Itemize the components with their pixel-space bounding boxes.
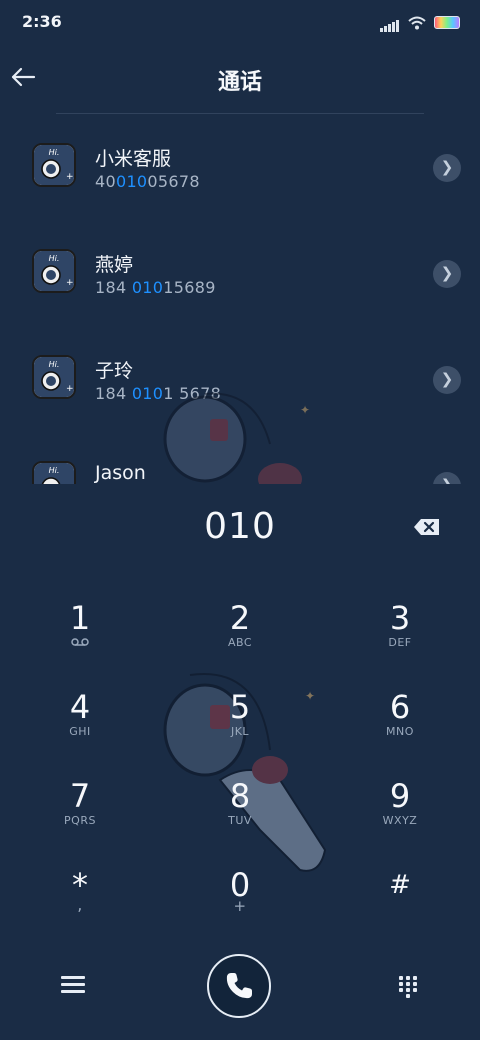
key-letters: MNO [386, 725, 414, 738]
status-time: 2:36 [22, 12, 62, 31]
detail-button[interactable]: ❯ [433, 366, 461, 394]
svg-text:+: + [66, 384, 74, 394]
menu-icon [58, 976, 88, 993]
detail-button[interactable]: ❯ [433, 154, 461, 182]
contact-number: 184 01015689 [95, 278, 216, 297]
phone-icon [226, 973, 252, 999]
key-letters: WXYZ [382, 814, 418, 827]
chevron-right-icon: ❯ [440, 264, 454, 282]
key-letters: PQRS [64, 814, 96, 827]
call-button[interactable] [207, 954, 271, 1018]
avatar: Hi. + [32, 143, 76, 187]
key-letters: GHI [69, 725, 91, 738]
contact-name: 子玲 [95, 360, 134, 382]
header: 通话 [0, 56, 480, 104]
backspace-button[interactable] [413, 517, 441, 537]
svg-text:Hi.: Hi. [49, 466, 60, 475]
chevron-right-icon: ❯ [441, 476, 454, 484]
svg-text:Hi.: Hi. [49, 254, 60, 263]
key-digit: 4 [69, 688, 91, 726]
voicemail-icon [20, 636, 140, 649]
key-letters: TUV [228, 814, 252, 827]
astronaut-avatar-icon: Hi. + [34, 357, 74, 397]
status-icons [380, 13, 460, 32]
key-4[interactable]: 4 GHI [20, 687, 140, 767]
key-letters: + [233, 897, 247, 915]
status-bar: 2:36 [0, 0, 480, 42]
svg-text:+: + [66, 172, 74, 182]
number-match: 010 [115, 172, 148, 191]
key-letters: JKL [230, 725, 250, 738]
key-star[interactable]: * , [20, 865, 140, 945]
contact-name: 燕婷 [95, 254, 134, 276]
dial-input: 010 [0, 500, 480, 560]
backspace-icon [414, 519, 439, 535]
key-hash[interactable]: # [340, 865, 460, 945]
avatar: Hi. + [32, 355, 76, 399]
key-digit: 1 [69, 599, 91, 637]
contact-list[interactable]: Hi. + 小米客服 4001005678 ❯ Hi. + 燕婷 184 010… [0, 114, 480, 484]
contact-number: 184 0101 5678 [95, 384, 221, 403]
signal-icon [380, 13, 400, 32]
dialed-digits: 010 [204, 506, 276, 547]
svg-text:+: + [66, 278, 74, 288]
number-prefix: 184 [95, 278, 132, 297]
key-8[interactable]: 8 TUV [180, 776, 300, 856]
key-digit: 6 [389, 688, 411, 726]
contact-row[interactable]: Hi. Jason ❯ [0, 432, 480, 484]
detail-button[interactable]: ❯ [433, 260, 461, 288]
key-letters: DEF [388, 636, 412, 649]
contact-number: 4001005678 [95, 172, 200, 191]
avatar: Hi. [32, 461, 76, 484]
key-5[interactable]: 5 JKL [180, 687, 300, 767]
avatar: Hi. + [32, 249, 76, 293]
key-digit: 8 [229, 777, 251, 815]
key-2[interactable]: 2 ABC [180, 598, 300, 678]
detail-button[interactable]: ❯ [433, 472, 461, 484]
astronaut-avatar-icon: Hi. + [34, 251, 74, 291]
menu-button[interactable] [58, 972, 88, 998]
key-0[interactable]: 0 + [180, 865, 300, 945]
bottom-bar [0, 950, 480, 1030]
key-9[interactable]: 9 WXYZ [340, 776, 460, 856]
page-title: 通话 [217, 70, 262, 95]
astronaut-avatar-icon: Hi. [34, 463, 74, 484]
number-match: 010 [131, 278, 164, 297]
key-letters: , [77, 895, 83, 914]
number-suffix: 05678 [147, 172, 200, 191]
number-match: 010 [131, 384, 164, 403]
number-suffix: 1 5678 [163, 384, 222, 403]
key-6[interactable]: 6 MNO [340, 687, 460, 767]
key-digit: 2 [229, 599, 251, 637]
svg-text:Hi.: Hi. [49, 148, 60, 157]
key-digit: 5 [229, 688, 251, 726]
key-1[interactable]: 1 [20, 598, 140, 678]
svg-text:✦: ✦ [305, 689, 315, 703]
key-digit: # [389, 870, 411, 900]
number-prefix: 184 [95, 384, 132, 403]
key-digit: 3 [389, 599, 411, 637]
key-7[interactable]: 7 PQRS [20, 776, 140, 856]
contact-name: Jason [95, 462, 146, 484]
contact-row[interactable]: Hi. + 燕婷 184 01015689 ❯ [0, 220, 480, 320]
astronaut-avatar-icon: Hi. + [34, 145, 74, 185]
key-digit: 9 [389, 777, 411, 815]
key-3[interactable]: 3 DEF [340, 598, 460, 678]
dialpad-icon [399, 976, 417, 998]
contact-row[interactable]: Hi. + 子玲 184 0101 5678 ❯ [0, 326, 480, 426]
dialpad-toggle-button[interactable] [396, 974, 420, 998]
chevron-right-icon: ❯ [440, 370, 454, 388]
chevron-right-icon: ❯ [440, 158, 454, 176]
contact-row[interactable]: Hi. + 小米客服 4001005678 ❯ [0, 114, 480, 214]
key-letters: ABC [227, 636, 253, 649]
contact-name: 小米客服 [95, 148, 172, 170]
number-prefix: 40 [95, 172, 116, 191]
number-suffix: 15689 [163, 278, 216, 297]
svg-text:Hi.: Hi. [49, 360, 60, 369]
wifi-icon [408, 16, 426, 29]
key-digit: 7 [69, 777, 91, 815]
battery-icon [434, 16, 460, 29]
